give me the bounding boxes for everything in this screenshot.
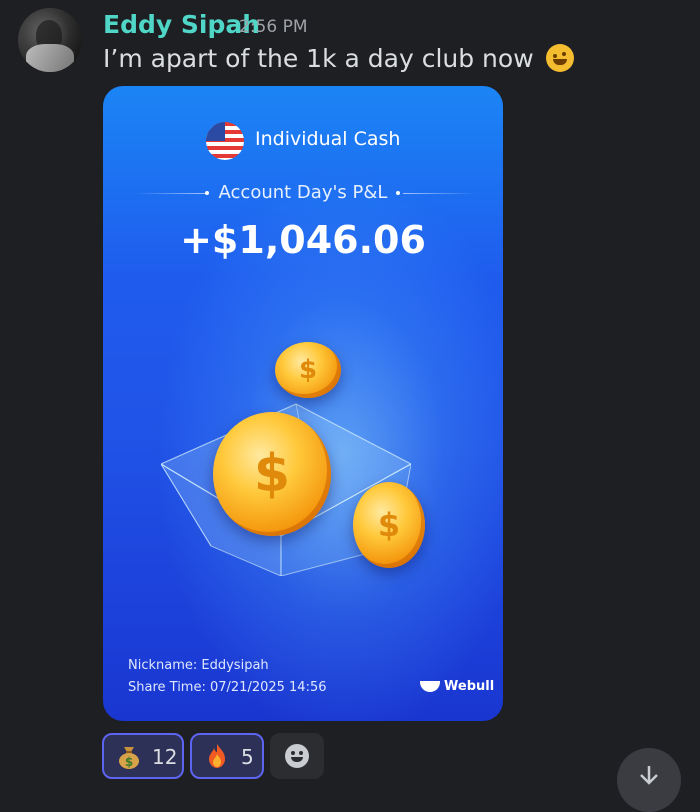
fire-icon <box>209 744 225 768</box>
arrow-down-icon <box>640 766 658 785</box>
share-time: Share Time: 07/21/2025 14:56 <box>128 680 327 695</box>
message-author[interactable]: Eddy Sipah <box>103 10 260 39</box>
dollar-symbol-small: $ <box>298 355 318 385</box>
add-reaction-button[interactable] <box>270 733 324 779</box>
message-timestamp: 2:56 PM <box>239 17 308 37</box>
webull-logo-icon <box>420 681 440 692</box>
pl-value: +$1,046.06 <box>180 218 426 262</box>
dollar-symbol-medium: $ <box>377 506 401 544</box>
coin-medium-icon: $ <box>353 482 425 568</box>
decorative-line-right <box>403 193 475 194</box>
dollar-symbol-large: $ <box>253 444 291 504</box>
message-text: I’m apart of the 1k a day club now <box>103 44 574 73</box>
scroll-to-bottom-button[interactable] <box>617 748 681 812</box>
account-name: Individual Cash <box>255 128 401 150</box>
reaction-count-money-bag: 12 <box>152 745 178 769</box>
us-flag-icon <box>206 122 244 160</box>
smiley-face-icon <box>285 744 309 768</box>
rolling-laughing-emoji-icon <box>545 44 574 72</box>
webull-share-card-image[interactable]: Individual Cash Account Day's P&L +$1,04… <box>103 86 503 721</box>
coin-small-icon: $ <box>275 342 341 398</box>
nickname: Nickname: Eddysipah <box>128 658 269 673</box>
webull-logo-text: Webull <box>444 679 495 694</box>
message-text-body: I’m apart of the 1k a day club now <box>103 44 534 73</box>
money-bag-icon: $ <box>119 747 139 769</box>
coin-large-icon: $ <box>213 412 331 536</box>
svg-text:$: $ <box>125 755 133 769</box>
user-avatar[interactable] <box>18 8 82 72</box>
reaction-money-bag[interactable]: $ 12 <box>102 733 184 779</box>
reaction-count-fire: 5 <box>241 745 254 769</box>
decorative-dot-right <box>396 191 400 195</box>
pl-label-row: Account Day's P&L <box>103 182 503 206</box>
avatar-shade <box>18 8 82 72</box>
reaction-fire[interactable]: 5 <box>190 733 264 779</box>
